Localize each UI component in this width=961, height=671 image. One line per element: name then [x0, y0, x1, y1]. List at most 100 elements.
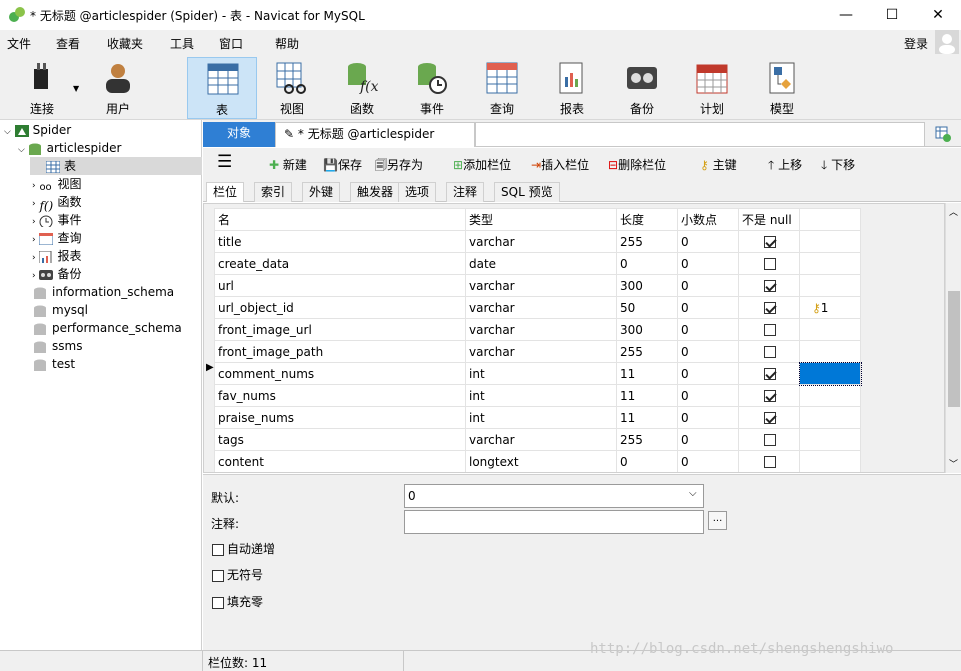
- new-button[interactable]: ✚ 新建: [269, 156, 307, 173]
- field-type-cell[interactable]: varchar: [465, 340, 617, 363]
- tree-db-articlespider[interactable]: ⌵ articlespider: [18, 139, 121, 157]
- field-not-null-cell[interactable]: [738, 230, 800, 253]
- field-key-cell[interactable]: [799, 318, 861, 341]
- field-length-cell[interactable]: 0: [616, 450, 678, 472]
- field-decimals-cell[interactable]: 0: [677, 340, 739, 363]
- field-key-cell[interactable]: [799, 384, 861, 407]
- field-type-cell[interactable]: int: [465, 362, 617, 385]
- field-not-null-cell[interactable]: [738, 340, 800, 363]
- field-name-cell[interactable]: url_object_id: [214, 296, 466, 319]
- menu-tools[interactable]: 工具: [170, 35, 194, 52]
- tree-item-views[interactable]: › oo 视图: [32, 175, 81, 193]
- field-key-cell[interactable]: [799, 230, 861, 253]
- table-row[interactable]: content longtext 0 0: [214, 450, 861, 472]
- toolbar-user-button[interactable]: 用户: [83, 57, 153, 119]
- table-row[interactable]: praise_nums int 11 0: [214, 406, 861, 429]
- field-not-null-cell[interactable]: [738, 296, 800, 319]
- comment-input[interactable]: [404, 510, 704, 534]
- table-row[interactable]: comment_nums int 11 0: [214, 361, 862, 386]
- comment-expand-button[interactable]: ...: [708, 511, 727, 530]
- field-name-cell[interactable]: create_data: [214, 252, 466, 275]
- field-type-cell[interactable]: int: [465, 384, 617, 407]
- field-not-null-cell[interactable]: [738, 428, 800, 451]
- toolbar-report-button[interactable]: 报表: [537, 57, 607, 119]
- field-decimals-cell[interactable]: 0: [677, 450, 739, 472]
- field-decimals-cell[interactable]: 0: [677, 274, 739, 297]
- field-not-null-cell[interactable]: [738, 318, 800, 341]
- table-row[interactable]: title varchar 255 0: [214, 230, 861, 253]
- field-name-cell[interactable]: comment_nums: [214, 362, 466, 385]
- col-header-not-null[interactable]: 不是 null: [738, 208, 800, 231]
- field-type-cell[interactable]: varchar: [465, 318, 617, 341]
- field-type-cell[interactable]: varchar: [465, 230, 617, 253]
- field-not-null-cell[interactable]: [738, 274, 800, 297]
- field-type-cell[interactable]: int: [465, 406, 617, 429]
- field-decimals-cell[interactable]: 0: [677, 296, 739, 319]
- col-header-decimals[interactable]: 小数点: [677, 208, 739, 231]
- toolbar-function-button[interactable]: f(x) 函数: [327, 57, 397, 119]
- save-as-button[interactable]: 🗐另存为: [375, 156, 423, 177]
- grid-vertical-scrollbar[interactable]: ︿ ﹀: [945, 203, 961, 473]
- field-decimals-cell[interactable]: 0: [677, 428, 739, 451]
- field-length-cell[interactable]: 255: [616, 340, 678, 363]
- toolbar-query-button[interactable]: 查询: [467, 57, 537, 119]
- field-name-cell[interactable]: front_image_url: [214, 318, 466, 341]
- not-null-checkbox[interactable]: [764, 390, 776, 402]
- toolbar-backup-button[interactable]: 备份: [607, 57, 677, 119]
- default-select[interactable]: 0 ⌵: [404, 484, 704, 508]
- field-length-cell[interactable]: 255: [616, 230, 678, 253]
- field-not-null-cell[interactable]: [738, 362, 800, 385]
- field-length-cell[interactable]: 255: [616, 428, 678, 451]
- field-key-cell[interactable]: [799, 450, 861, 472]
- tab-options[interactable]: 选项: [398, 182, 437, 202]
- not-null-checkbox[interactable]: [764, 434, 776, 446]
- field-name-cell[interactable]: title: [214, 230, 466, 253]
- new-tab-icon[interactable]: [935, 126, 951, 142]
- tree-db-mysql[interactable]: mysql: [34, 301, 88, 319]
- toolbar-connect-button[interactable]: 连接: [7, 57, 77, 119]
- move-up-button[interactable]: 🡑 上移: [768, 156, 802, 177]
- field-key-cell[interactable]: [799, 340, 861, 363]
- not-null-checkbox[interactable]: [764, 368, 776, 380]
- tree-item-tables[interactable]: 表: [30, 157, 202, 175]
- field-decimals-cell[interactable]: 0: [677, 362, 739, 385]
- avatar[interactable]: [935, 30, 959, 54]
- scrollbar-thumb[interactable]: [948, 291, 960, 407]
- tree-db-test[interactable]: test: [34, 355, 75, 373]
- field-length-cell[interactable]: 11: [616, 362, 678, 385]
- field-length-cell[interactable]: 300: [616, 318, 678, 341]
- field-name-cell[interactable]: url: [214, 274, 466, 297]
- scroll-down-icon[interactable]: ﹀: [949, 457, 958, 470]
- insert-field-button[interactable]: ⇥插入栏位: [531, 156, 589, 173]
- field-key-cell[interactable]: [798, 361, 862, 386]
- scroll-up-icon[interactable]: ︿: [949, 205, 958, 218]
- table-row[interactable]: front_image_path varchar 255 0: [214, 340, 861, 363]
- toolbar-schedule-button[interactable]: 计划: [677, 57, 747, 119]
- field-length-cell[interactable]: 0: [616, 252, 678, 275]
- field-key-cell[interactable]: [799, 428, 861, 451]
- table-row[interactable]: front_image_url varchar 300 0: [214, 318, 861, 341]
- unsigned-checkbox[interactable]: 无符号: [212, 566, 263, 583]
- tree-db-information-schema[interactable]: information_schema: [34, 283, 174, 301]
- field-length-cell[interactable]: 11: [616, 384, 678, 407]
- not-null-checkbox[interactable]: [764, 456, 776, 468]
- close-button[interactable]: ✕: [915, 0, 961, 30]
- tab-objects[interactable]: 对象: [203, 122, 275, 147]
- zerofill-checkbox[interactable]: 填充零: [212, 593, 263, 610]
- field-key-cell[interactable]: ⚷1: [799, 296, 861, 319]
- tree-connection-spider[interactable]: ⌵ Spider: [4, 121, 71, 139]
- field-decimals-cell[interactable]: 0: [677, 230, 739, 253]
- login-link[interactable]: 登录: [904, 35, 928, 52]
- field-name-cell[interactable]: tags: [214, 428, 466, 451]
- toolbar-table-button[interactable]: 表: [187, 57, 257, 119]
- not-null-checkbox[interactable]: [764, 236, 776, 248]
- field-not-null-cell[interactable]: [738, 384, 800, 407]
- minimize-button[interactable]: —: [823, 0, 869, 30]
- tab-fields[interactable]: 栏位: [206, 182, 245, 202]
- delete-field-button[interactable]: ⊟删除栏位: [608, 156, 666, 173]
- save-button[interactable]: 💾保存: [323, 156, 362, 173]
- field-name-cell[interactable]: front_image_path: [214, 340, 466, 363]
- tree-item-backups[interactable]: › 备份: [32, 265, 81, 283]
- add-field-button[interactable]: ⊞添加栏位: [453, 156, 511, 173]
- menu-favorites[interactable]: 收藏夹: [107, 35, 143, 52]
